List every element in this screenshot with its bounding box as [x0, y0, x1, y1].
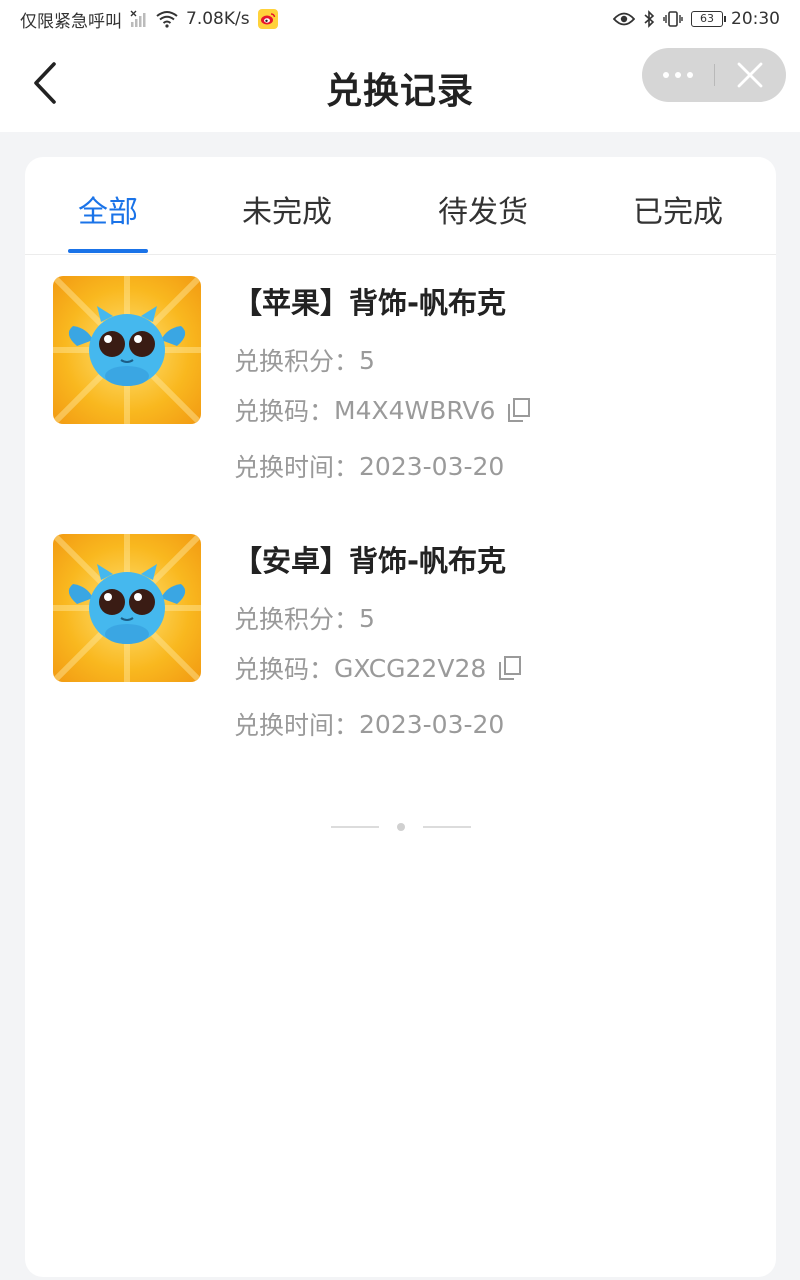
item-thumbnail[interactable] — [53, 276, 201, 424]
close-button[interactable] — [715, 48, 787, 102]
nav-bar: 兑换记录 — [0, 38, 800, 132]
records-card: 全部 未完成 待发货 已完成 【苹果】背饰-帆布克 兑换积分： 5 兑换码： M… — [25, 157, 776, 1277]
more-button[interactable] — [642, 48, 714, 102]
points-row: 兑换积分： 5 — [234, 342, 375, 378]
mini-program-capsule — [642, 48, 786, 102]
carrier-text: 仅限紧急呼叫 — [20, 11, 122, 32]
tab-incomplete[interactable]: 未完成 — [242, 187, 332, 231]
tab-pending-shipment[interactable]: 待发货 — [438, 187, 528, 231]
points-label: 兑换积分： — [234, 605, 360, 634]
points-label: 兑换积分： — [234, 347, 360, 376]
tab-bar: 全部 未完成 待发货 已完成 — [25, 157, 776, 255]
item-title: 【安卓】背饰-帆布克 — [233, 544, 507, 578]
divider-line — [423, 826, 471, 828]
time-label: 兑换时间： — [234, 711, 360, 740]
mascot-image — [53, 276, 201, 424]
tab-all[interactable]: 全部 — [78, 187, 138, 231]
code-value: GXCG22V28 — [334, 653, 487, 683]
bluetooth-icon — [643, 10, 655, 28]
network-speed: 7.08K/s — [186, 9, 250, 29]
list-item[interactable]: 【苹果】背饰-帆布克 兑换积分： 5 兑换码： M4X4WBRV6 兑换时间： … — [25, 256, 776, 496]
list-item[interactable]: 【安卓】背饰-帆布克 兑换积分： 5 兑换码： GXCG22V28 兑换时间： … — [25, 514, 776, 754]
points-value: 5 — [359, 345, 375, 375]
item-title: 【苹果】背饰-帆布克 — [233, 286, 507, 320]
code-row: 兑换码： M4X4WBRV6 — [234, 392, 531, 428]
item-thumbnail[interactable] — [53, 534, 201, 682]
points-row: 兑换积分： 5 — [234, 600, 375, 636]
eye-icon — [613, 11, 635, 27]
copy-icon[interactable] — [498, 655, 522, 681]
code-row: 兑换码： GXCG22V28 — [234, 650, 522, 686]
time-value: 2023-03-20 — [359, 709, 505, 739]
code-label: 兑换码： — [234, 655, 335, 684]
tab-completed[interactable]: 已完成 — [633, 187, 723, 231]
code-label: 兑换码： — [234, 397, 335, 426]
time-label: 兑换时间： — [234, 453, 360, 482]
divider-line — [331, 826, 379, 828]
time-row: 兑换时间： 2023-03-20 — [234, 448, 504, 484]
points-value: 5 — [359, 603, 375, 633]
clock: 20:30 — [731, 9, 780, 29]
wifi-icon — [156, 10, 178, 28]
signal-icon — [130, 10, 148, 28]
time-value: 2023-03-20 — [359, 451, 505, 481]
status-bar: 仅限紧急呼叫 7.08K/s 63 20:30 — [0, 0, 800, 38]
code-value: M4X4WBRV6 — [334, 395, 496, 425]
status-bar-left: 仅限紧急呼叫 7.08K/s — [20, 7, 278, 32]
weibo-icon — [257, 9, 278, 29]
mascot-image — [53, 534, 201, 682]
more-icon — [662, 72, 693, 78]
copy-icon[interactable] — [507, 397, 531, 423]
vibrate-icon — [663, 10, 683, 28]
end-of-list-divider — [331, 822, 471, 832]
divider-dot — [397, 823, 405, 831]
battery-icon: 63 — [691, 11, 726, 27]
close-icon — [737, 62, 763, 88]
status-bar-right: 63 20:30 — [613, 9, 780, 29]
active-tab-indicator — [68, 249, 148, 253]
time-row: 兑换时间： 2023-03-20 — [234, 706, 504, 742]
